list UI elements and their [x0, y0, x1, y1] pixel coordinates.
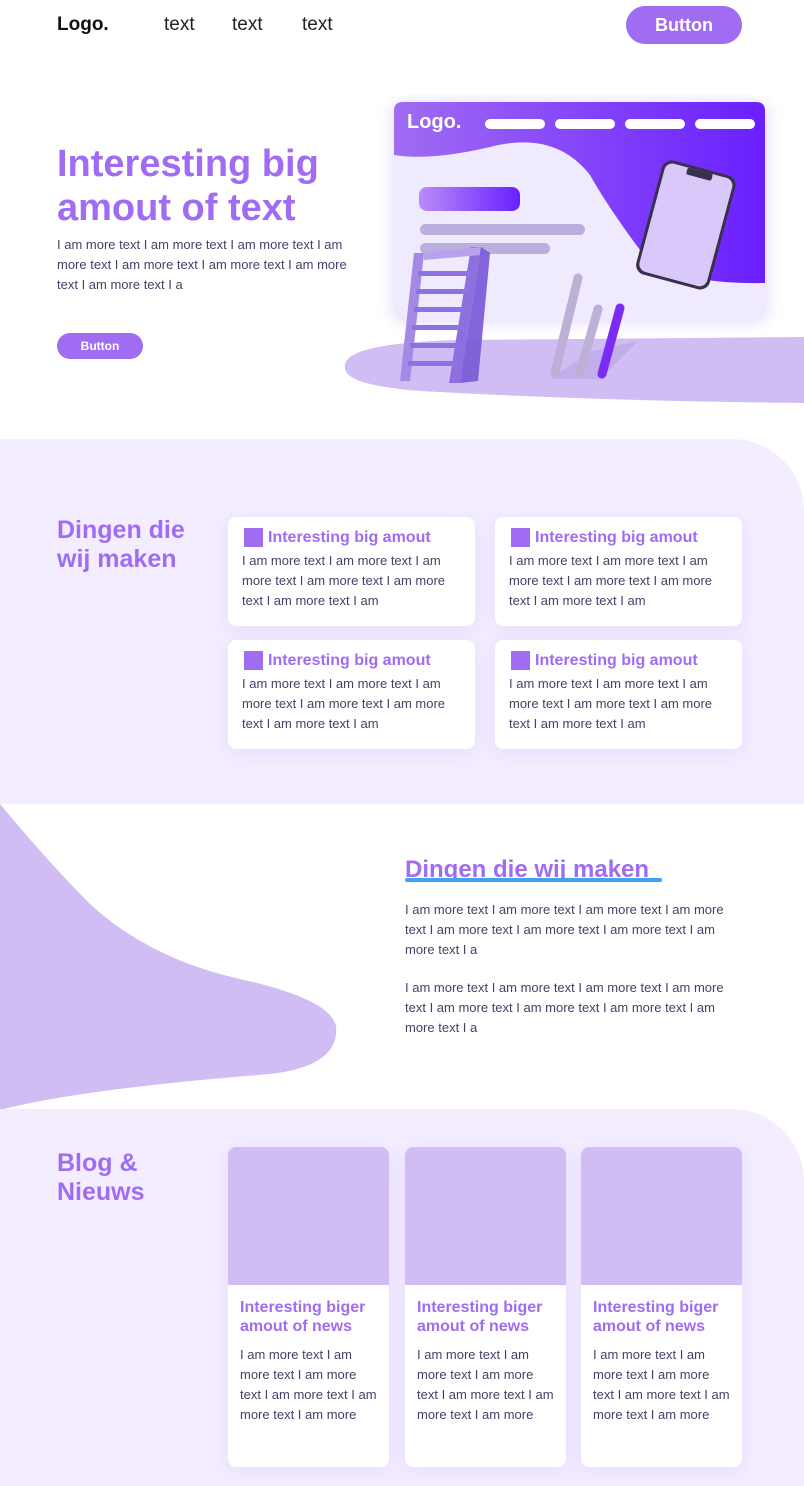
services-section: Dingen die wij maken Interesting big amo…	[0, 439, 804, 804]
service-card-text: I am more text I am more text I am more …	[509, 676, 712, 731]
about-paragraph-1: I am more text I am more text I am more …	[405, 902, 724, 957]
services-title: Dingen die wij maken	[57, 516, 185, 573]
nav-link-2[interactable]: text	[232, 14, 263, 36]
blog-image-placeholder	[581, 1147, 742, 1285]
service-card[interactable]: Interesting big amout I am more text I a…	[228, 640, 475, 749]
blog-image-placeholder	[228, 1147, 389, 1285]
service-card-text: I am more text I am more text I am more …	[242, 676, 445, 731]
blog-card[interactable]: Interesting biger amout of news I am mor…	[228, 1147, 389, 1467]
logo[interactable]: Logo.	[57, 14, 109, 36]
about-paragraph-2: I am more text I am more text I am more …	[405, 980, 724, 1035]
blog-card-title: Interesting biger amout of news	[417, 1299, 543, 1335]
blog-section: Blog & Nieuws Interesting biger amout of…	[0, 1109, 804, 1486]
blog-title: Blog & Nieuws	[57, 1149, 145, 1206]
hero-illustration: Logo.	[344, 102, 804, 403]
hero-button[interactable]: Button	[57, 333, 143, 359]
illustration-logo: Logo.	[407, 111, 461, 133]
blog-card[interactable]: Interesting biger amout of news I am mor…	[581, 1147, 742, 1467]
hero-description: I am more text I am more text I am more …	[57, 237, 347, 292]
service-card-title: Interesting big amout	[535, 651, 698, 669]
nav-link-1[interactable]: text	[164, 14, 195, 36]
blog-card-title: Interesting biger amout of news	[593, 1299, 719, 1335]
blog-card-title: Interesting biger amout of news	[240, 1299, 366, 1335]
square-icon	[511, 651, 530, 670]
service-card-title: Interesting big amout	[268, 651, 431, 669]
hero-title: Interesting big amout of text	[57, 143, 319, 229]
square-icon	[244, 651, 263, 670]
title-underline	[405, 878, 662, 882]
blog-card-text: I am more text I am more text I am more …	[417, 1347, 554, 1422]
service-card-title: Interesting big amout	[535, 528, 698, 546]
service-card[interactable]: Interesting big amout I am more text I a…	[495, 640, 742, 749]
service-card-title: Interesting big amout	[268, 528, 431, 546]
decorative-blob	[0, 804, 337, 1110]
nav-link-3[interactable]: text	[302, 14, 333, 36]
blog-card-text: I am more text I am more text I am more …	[593, 1347, 730, 1422]
service-card[interactable]: Interesting big amout I am more text I a…	[228, 517, 475, 626]
service-card-text: I am more text I am more text I am more …	[242, 553, 445, 608]
nav-button[interactable]: Button	[626, 6, 742, 44]
blog-card[interactable]: Interesting biger amout of news I am mor…	[405, 1147, 566, 1467]
blog-card-text: I am more text I am more text I am more …	[240, 1347, 377, 1422]
top-nav: Logo. text text text Button	[0, 0, 804, 52]
square-icon	[511, 528, 530, 547]
blog-image-placeholder	[405, 1147, 566, 1285]
service-card-text: I am more text I am more text I am more …	[509, 553, 712, 608]
square-icon	[244, 528, 263, 547]
service-card[interactable]: Interesting big amout I am more text I a…	[495, 517, 742, 626]
